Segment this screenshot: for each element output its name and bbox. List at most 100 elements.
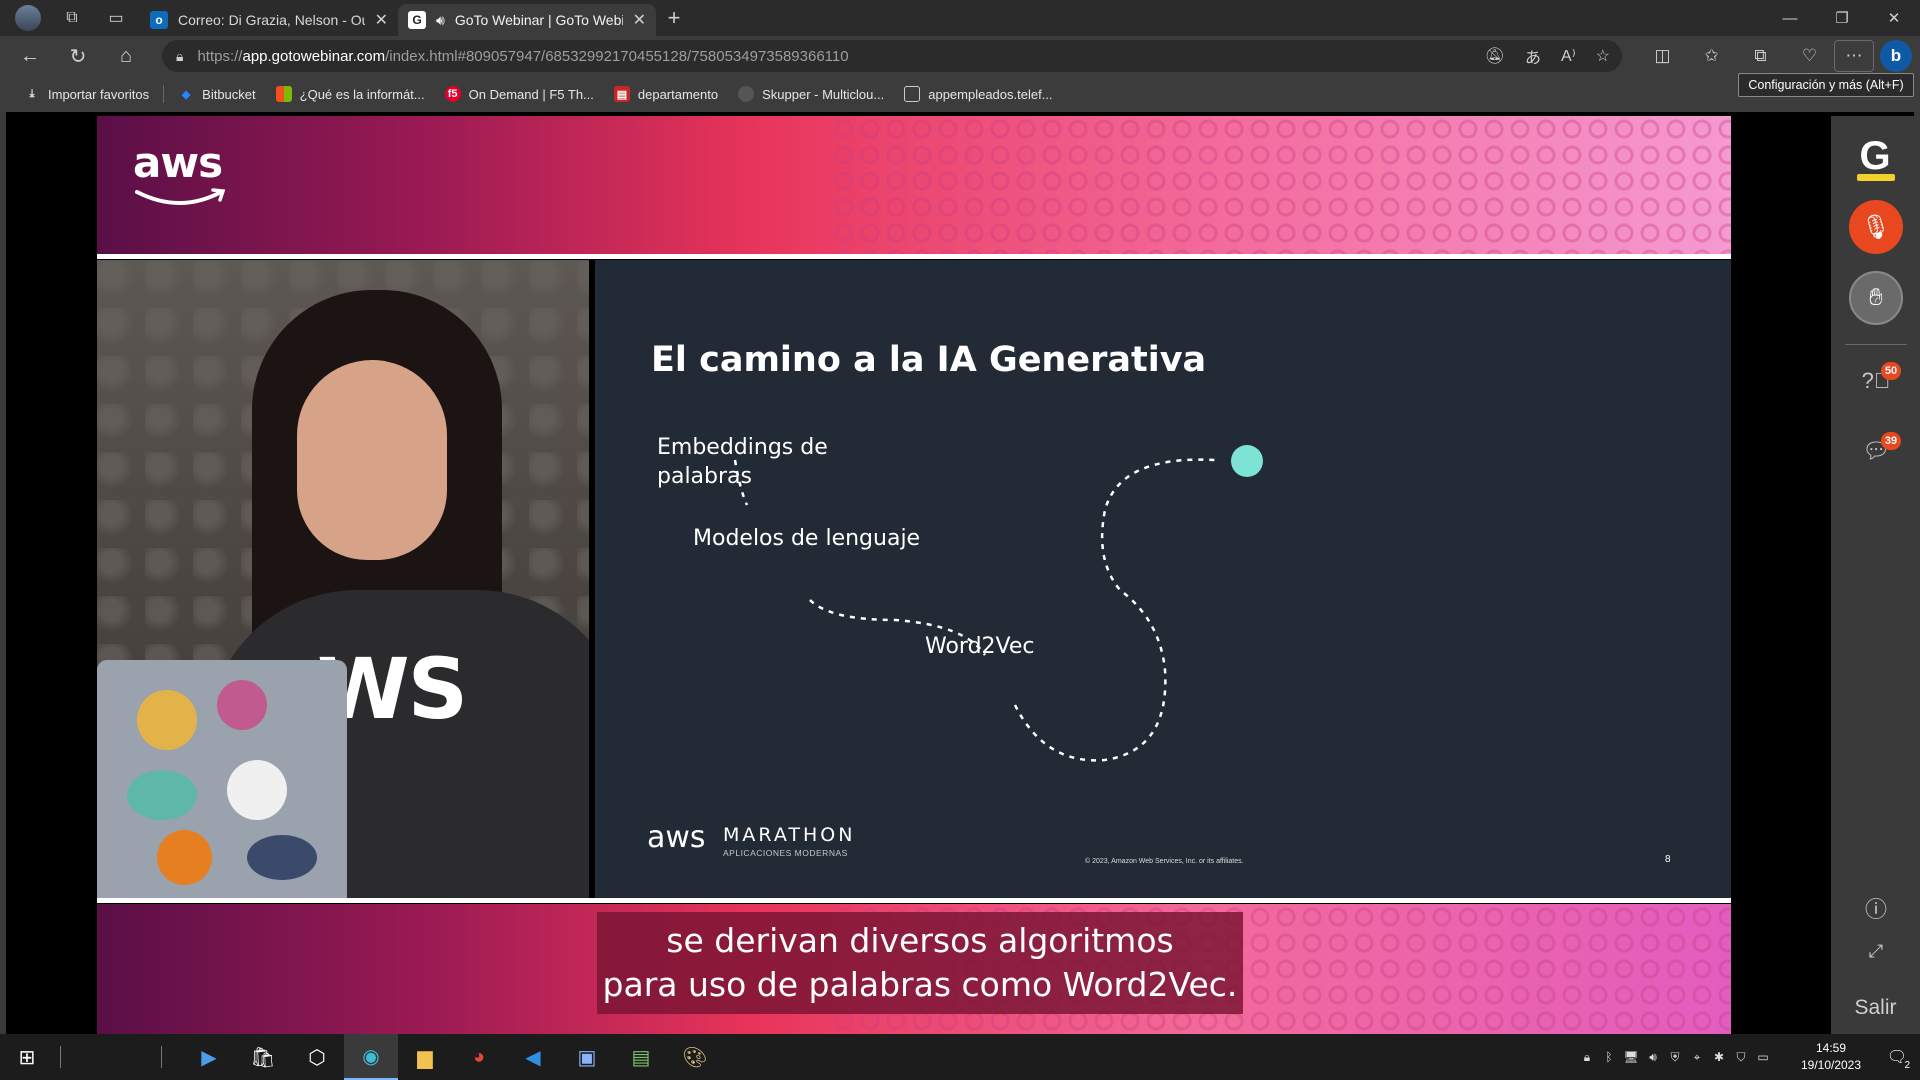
top-banner: aws — [97, 116, 1731, 254]
expand-icon: ⤢ — [1868, 941, 1884, 961]
address-bar[interactable]: 🔒︎ https://app.gotowebinar.com/index.htm… — [162, 40, 1622, 72]
tab-actions-icon[interactable]: ▭ — [96, 2, 136, 34]
taskbar-powershell[interactable]: ▶ — [182, 1034, 236, 1080]
raise-hand-button[interactable]: ✋︎ — [1849, 271, 1903, 325]
home-button[interactable]: ⌂ — [102, 38, 150, 74]
pdf-icon: ▤ — [613, 86, 630, 102]
read-aloud-icon[interactable]: A⁾ — [1561, 46, 1576, 66]
speaker-icon[interactable]: 🔊︎ — [436, 12, 445, 29]
info-button[interactable]: ⓘ — [1861, 892, 1891, 922]
settings-more-button[interactable]: ⋯ — [1834, 40, 1874, 72]
avatar — [15, 5, 41, 31]
chrome-icon: ◕ — [472, 1045, 486, 1068]
clock[interactable]: 14:59 19/10/2023 — [1788, 1040, 1874, 1074]
browser-essentials-icon[interactable]: ♡ — [1785, 38, 1834, 74]
sticker — [127, 770, 197, 820]
taskbar-vscode[interactable]: ◀ — [506, 1034, 560, 1080]
taskbar-explorer[interactable]: ▆ — [398, 1034, 452, 1080]
bookmark-appempleados[interactable]: appempleados.telef... — [894, 86, 1062, 102]
navigation-bar: ← ↻ ⌂ 🔒︎ https://app.gotowebinar.com/ind… — [0, 36, 1920, 76]
taskbar-notepad[interactable]: ▤ — [614, 1034, 668, 1080]
subtitle-caption: se derivan diversos algoritmos para uso … — [597, 912, 1243, 1014]
footer-aws-logo: aws — [647, 820, 706, 855]
chat-badge: 39 — [1881, 432, 1901, 450]
notification-center-button[interactable]: 🗨︎ 2 — [1874, 1047, 1920, 1071]
microphone-button[interactable]: 🎙︎ — [1849, 200, 1903, 254]
focus-icon[interactable]: ⌖ — [1686, 1050, 1708, 1065]
workspaces-icon[interactable]: ⧉ — [52, 2, 92, 34]
restore-button[interactable]: ❐ — [1816, 0, 1868, 36]
close-tab-icon[interactable]: ✕ — [633, 10, 646, 30]
questions-button[interactable]: ?⃝ 50 — [1861, 362, 1901, 398]
lock-icon[interactable]: 🔒︎ — [176, 48, 183, 65]
edge-icon: ◉ — [362, 1045, 380, 1068]
bitbucket-icon: ◆ — [181, 88, 191, 101]
browser-titlebar: ⧉ ▭ o Correo: Di Grazia, Nelson - Outlo … — [0, 0, 1920, 36]
bookmark-label: departamento — [637, 86, 719, 102]
fullscreen-button[interactable]: ⤢ — [1861, 941, 1891, 971]
tab-gotowebinar[interactable]: G 🔊︎ GoTo Webinar | GoTo Webin ✕ — [398, 4, 656, 36]
tab-outlook[interactable]: o Correo: Di Grazia, Nelson - Outlo ✕ — [140, 4, 398, 36]
presenter-video: WS — [97, 260, 589, 901]
defender-icon[interactable]: ⛉ — [1730, 1050, 1752, 1065]
bluetooth-icon[interactable]: ᛒ — [1598, 1050, 1620, 1064]
taskbar-store[interactable]: 🛍︎ — [236, 1034, 290, 1080]
bookmark-f5[interactable]: f5 On Demand | F5 Th... — [435, 86, 604, 102]
bing-copilot-icon[interactable]: b — [1880, 40, 1912, 72]
chat-button[interactable]: 💬︎ 39 — [1861, 432, 1901, 468]
titlebar-left: ⧉ ▭ — [0, 2, 140, 34]
notepad-icon: ▤ — [631, 1046, 651, 1069]
taskbar-paint[interactable]: 🎨︎ — [668, 1034, 722, 1080]
questions-badge: 50 — [1881, 362, 1901, 380]
close-tab-icon[interactable]: ✕ — [375, 10, 388, 30]
lock-tray-icon[interactable]: 🔒︎ — [1576, 1050, 1598, 1065]
taskbar-edge[interactable]: ◉ — [344, 1034, 398, 1080]
bookmark-skupper[interactable]: Skupper - Multiclou... — [728, 86, 894, 102]
toolbar-right: ◫ ✩ ⧉ ♡ ⋯ b — [1638, 36, 1920, 76]
security-icon[interactable]: ⛨ — [1664, 1050, 1686, 1065]
aws-logo: aws — [133, 138, 223, 187]
translate-icon[interactable]: あ — [1525, 44, 1541, 68]
taskbar-virtualbox[interactable]: ⬡ — [290, 1034, 344, 1080]
slide-copyright: © 2023, Amazon Web Services, Inc. or its… — [1085, 858, 1244, 865]
taskbar-separator — [161, 1046, 162, 1068]
bookmark-import[interactable]: ⤓ Importar favoritos — [14, 86, 159, 102]
slide-number: 8 — [1665, 854, 1671, 865]
footer-subtitle: APLICACIONES MODERNAS — [723, 848, 848, 858]
network-icon[interactable]: 🖥︎ — [1620, 1050, 1642, 1064]
taskbar-rdp[interactable]: ▣ — [560, 1034, 614, 1080]
new-tab-button[interactable]: + — [656, 5, 692, 31]
bookmark-informatica[interactable]: ¿Qué es la informát... — [266, 86, 435, 102]
clock-date: 19/10/2023 — [1800, 1058, 1862, 1072]
refresh-button[interactable]: ↻ — [54, 38, 102, 74]
favorite-star-icon[interactable]: ☆ — [1596, 46, 1610, 66]
banner-pattern — [831, 116, 1731, 254]
start-button[interactable]: ⊞ — [0, 1034, 54, 1080]
webinar-stream[interactable]: aws WS El camino a la IA Generativa Embe… — [97, 116, 1731, 1034]
aws-smile-icon — [135, 188, 225, 205]
exit-button[interactable]: Salir — [1831, 996, 1920, 1020]
sticker — [217, 680, 267, 730]
bookmark-departamento[interactable]: ▤ departamento — [604, 86, 728, 102]
volume-icon[interactable]: 🔊︎ — [1642, 1050, 1664, 1065]
divider — [97, 254, 1731, 259]
notification-count: 2 — [1904, 1060, 1910, 1071]
minimize-button[interactable]: — — [1764, 0, 1816, 36]
collections-icon[interactable]: ⧉ — [1736, 38, 1785, 74]
taskbar-chrome[interactable]: ◕ — [452, 1034, 506, 1080]
close-window-button[interactable]: ✕ — [1868, 0, 1920, 36]
outlook-icon: o — [150, 11, 168, 29]
bookmark-label: Importar favoritos — [48, 86, 150, 102]
split-screen-icon[interactable]: ◫ — [1638, 38, 1687, 74]
bookmark-label: ¿Qué es la informát... — [299, 86, 425, 102]
profile-button[interactable] — [8, 2, 48, 34]
teams-icon[interactable]: ✱ — [1708, 1050, 1730, 1064]
folder-icon: ▆ — [417, 1046, 433, 1069]
bookmark-bitbucket[interactable]: ◆ Bitbucket — [168, 86, 265, 102]
battery-icon[interactable]: ▭ — [1752, 1050, 1774, 1064]
url-scheme: https:// — [197, 47, 243, 65]
back-button[interactable]: ← — [6, 38, 54, 74]
path-diagram — [733, 445, 1263, 762]
favorites-icon[interactable]: ✩ — [1687, 38, 1736, 74]
mute-notifications-icon[interactable]: 🔕︎ — [1485, 46, 1505, 66]
